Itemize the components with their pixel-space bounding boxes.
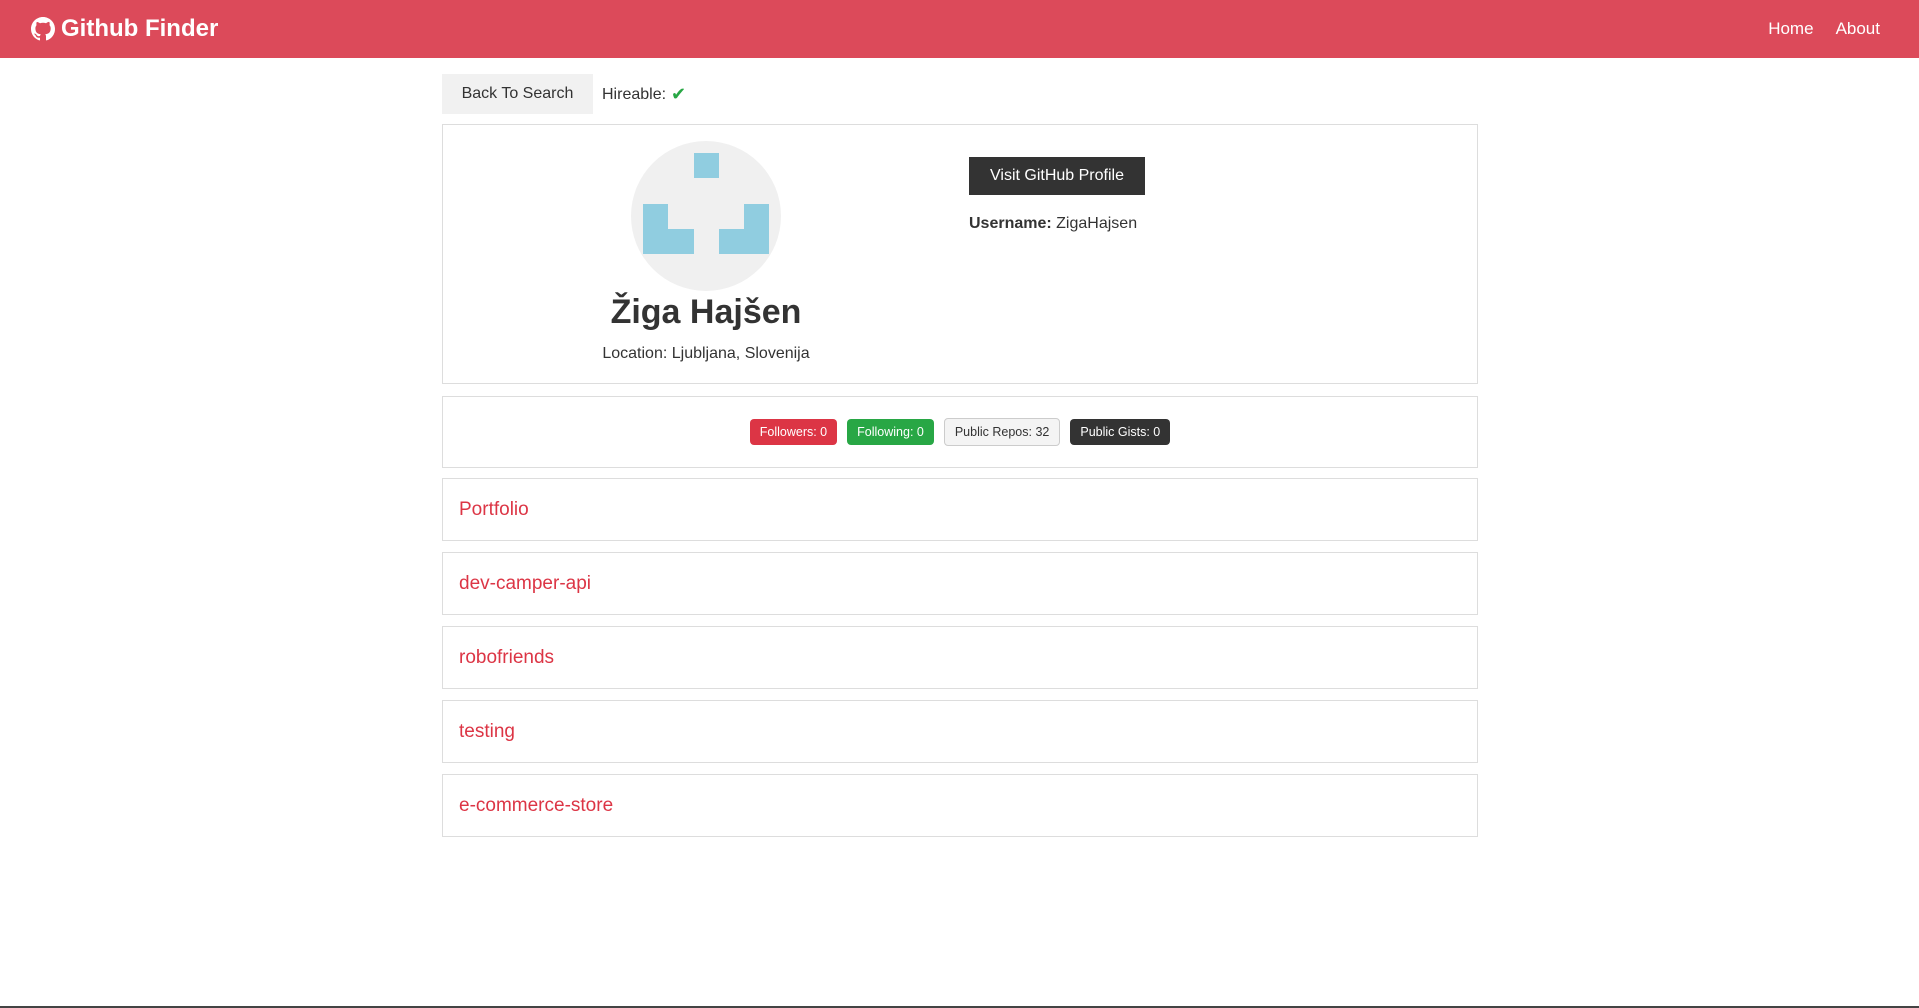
- repo-link[interactable]: dev-camper-api: [459, 553, 591, 614]
- profile-card: Žiga Hajšen Location: Ljubljana, Sloveni…: [442, 124, 1478, 384]
- repo-item: dev-camper-api: [442, 552, 1478, 615]
- public-repos-badge: Public Repos: 32: [943, 418, 1061, 446]
- stats-card: Followers: 0 Following: 0 Public Repos: …: [442, 396, 1478, 468]
- profile-name: Žiga Hajšen: [610, 293, 802, 331]
- navbar: Github Finder Home About: [0, 0, 1919, 58]
- repo-link[interactable]: testing: [459, 701, 515, 762]
- username-row: Username: ZigaHajsen: [969, 215, 1137, 233]
- check-icon: ✔: [671, 84, 687, 104]
- nav-links: Home About: [1768, 0, 1880, 58]
- repo-item: testing: [442, 700, 1478, 763]
- public-gists-badge: Public Gists: 0: [1070, 419, 1171, 445]
- visit-github-profile-button[interactable]: Visit GitHub Profile: [969, 157, 1145, 195]
- following-badge: Following: 0: [847, 419, 934, 445]
- repo-link[interactable]: robofriends: [459, 627, 554, 688]
- followers-badge: Followers: 0: [749, 419, 838, 445]
- back-to-search-button[interactable]: Back To Search: [442, 74, 593, 114]
- repo-link[interactable]: e-commerce-store: [459, 775, 613, 836]
- hireable-status: Hireable: ✔: [602, 84, 686, 105]
- repo-item: robofriends: [442, 626, 1478, 689]
- username-label: Username:: [969, 215, 1052, 232]
- profile-location: Location: Ljubljana, Slovenija: [602, 345, 810, 362]
- nav-about-link[interactable]: About: [1836, 19, 1880, 39]
- nav-home-link[interactable]: Home: [1768, 19, 1813, 39]
- username-value: ZigaHajsen: [1056, 215, 1138, 232]
- repo-item: Portfolio: [442, 478, 1478, 541]
- hireable-label: Hireable:: [602, 85, 667, 103]
- github-icon: [31, 17, 55, 41]
- repo-item: e-commerce-store: [442, 774, 1478, 837]
- repo-link[interactable]: Portfolio: [459, 479, 529, 540]
- avatar: [631, 141, 781, 291]
- brand[interactable]: Github Finder: [31, 0, 218, 58]
- brand-title: Github Finder: [61, 15, 219, 42]
